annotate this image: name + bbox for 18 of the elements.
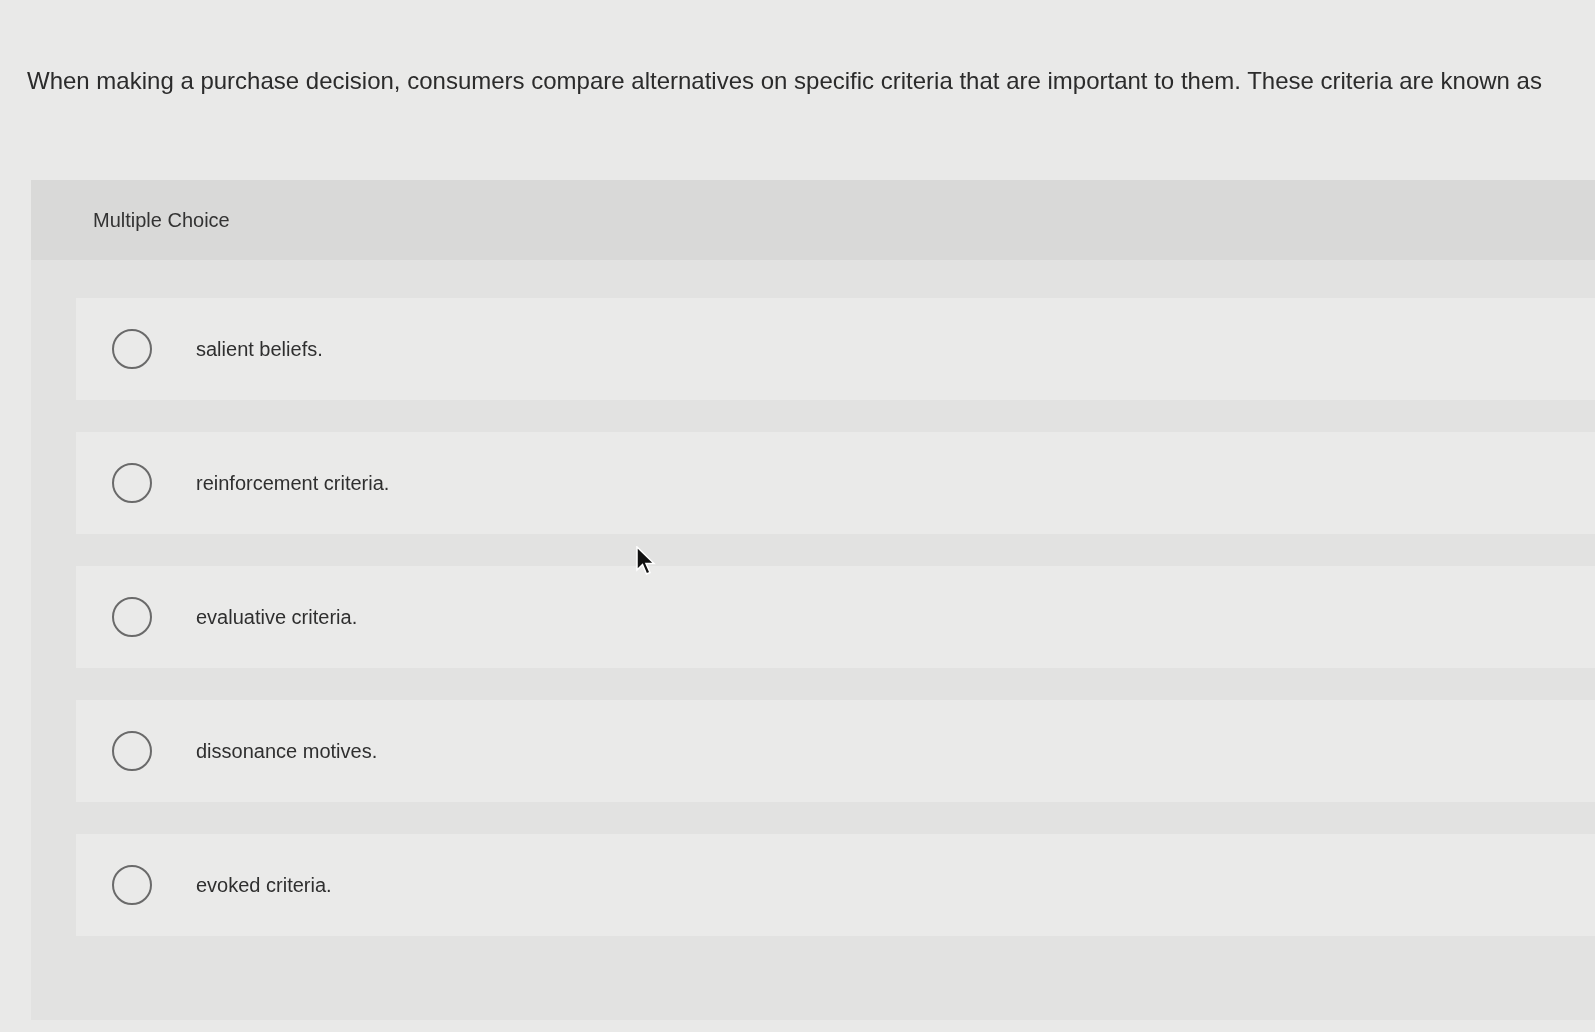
- panel-title: Multiple Choice: [93, 208, 230, 232]
- radio-button[interactable]: [112, 731, 152, 771]
- option-label: evaluative criteria.: [196, 605, 358, 629]
- mouse-pointer-icon: [636, 546, 656, 576]
- answer-option[interactable]: reinforcement criteria.: [76, 432, 1595, 534]
- answer-option[interactable]: salient beliefs.: [76, 298, 1595, 400]
- radio-button[interactable]: [112, 597, 152, 637]
- radio-button[interactable]: [112, 463, 152, 503]
- answer-option[interactable]: evaluative criteria.: [76, 566, 1595, 668]
- option-label: dissonance motives.: [196, 739, 378, 763]
- option-label: salient beliefs.: [196, 337, 323, 361]
- radio-button[interactable]: [112, 329, 152, 369]
- answer-option[interactable]: evoked criteria.: [76, 834, 1595, 936]
- option-label: evoked criteria.: [196, 873, 332, 897]
- answer-option[interactable]: dissonance motives.: [76, 700, 1595, 802]
- option-label: reinforcement criteria.: [196, 471, 390, 495]
- question-text: When making a purchase decision, consumers compare alternatives on specific criteria that are important to them. These criteria are known as: [27, 66, 1542, 96]
- radio-button[interactable]: [112, 865, 152, 905]
